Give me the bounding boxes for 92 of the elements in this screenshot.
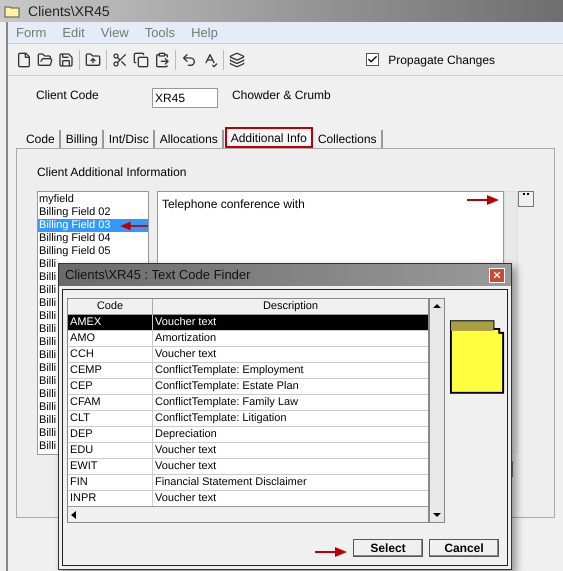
vertical-scrollbar[interactable] — [429, 298, 445, 523]
annotation-arrow-icon — [120, 220, 148, 230]
table-cell-text: Voucher text — [154, 459, 218, 474]
list-item[interactable]: Billi — [38, 336, 58, 349]
table-cell: FIN — [68, 475, 153, 490]
check-icon — [367, 54, 378, 65]
open-folder-icon[interactable] — [37, 52, 53, 68]
list-item[interactable]: Billi — [38, 414, 58, 427]
table-cell-text: Voucher text — [154, 315, 218, 330]
table-cell: AMEX — [68, 315, 153, 330]
paste-icon[interactable] — [154, 52, 170, 68]
table-row[interactable]: FIN Financial Statement Disclaimer — [68, 475, 428, 491]
table-cell: AMO — [68, 331, 153, 346]
table-cell: CFAM — [68, 395, 153, 410]
tab[interactable]: Additional Info — [224, 127, 313, 148]
table-cell: EWIT — [68, 459, 153, 474]
menu-item[interactable]: View — [100, 22, 129, 42]
propagate-checkbox[interactable] — [366, 53, 380, 66]
table-cell-text: Voucher text — [154, 443, 218, 458]
table-cell: DEP — [68, 427, 153, 442]
scroll-left-icon — [71, 510, 76, 518]
table-row[interactable]: EDU Voucher text — [68, 443, 428, 459]
list-item[interactable]: Billi — [38, 440, 58, 453]
close-icon — [492, 270, 502, 280]
table-row[interactable]: DEP Depreciation — [68, 427, 428, 443]
text-value: Telephone conference with — [162, 196, 305, 213]
ellipsis-button[interactable] — [518, 191, 534, 207]
table-cell-text: ConflictTemplate: Estate Plan — [154, 379, 300, 394]
window-title: Clients\XR45 — [28, 2, 110, 20]
folder-icon — [4, 4, 20, 18]
table-row[interactable]: EWIT Voucher text — [68, 459, 428, 475]
table-cell-text: ConflictTemplate: Litigation — [154, 411, 288, 426]
list-item[interactable]: Billi — [38, 349, 58, 362]
dots-icon — [523, 192, 529, 196]
folder-up-icon[interactable] — [85, 52, 101, 68]
menu-item[interactable]: Tools — [144, 22, 176, 42]
table-cell-text: Depreciation — [154, 427, 218, 442]
list-item[interactable]: Billing Field 05 — [38, 245, 112, 258]
list-item[interactable]: Billi — [38, 401, 58, 414]
menu-item[interactable]: Edit — [62, 22, 85, 42]
undo-icon[interactable] — [181, 52, 197, 68]
table-row[interactable]: AMEX Voucher text — [68, 315, 428, 331]
list-item[interactable]: Billi — [38, 271, 58, 284]
list-item[interactable]: Billing Field 04 — [38, 232, 112, 245]
table-cell: EDU — [68, 443, 153, 458]
client-name: Chowder & Crumb — [232, 87, 331, 104]
dialog-title: Clients\XR45 : Text Code Finder — [65, 266, 250, 284]
table-cell-text: Voucher text — [154, 491, 218, 506]
table-row[interactable]: CLT ConflictTemplate: Litigation — [68, 411, 428, 427]
list-item[interactable]: Billi — [38, 427, 58, 440]
list-item[interactable]: Billi — [38, 258, 58, 271]
table-row[interactable]: CCH Voucher text — [68, 347, 428, 363]
list-item[interactable]: Billi — [38, 388, 58, 401]
table-cell: CEP — [68, 379, 153, 394]
field-label: Client Code — [36, 87, 100, 104]
table-cell-text: ConflictTemplate: Employment — [154, 363, 305, 378]
list-item[interactable]: Billi — [38, 310, 58, 323]
new-file-icon[interactable] — [16, 52, 32, 68]
menu-item[interactable]: Form — [16, 22, 46, 42]
table-cell: CEMP — [68, 363, 153, 378]
list-item[interactable]: Billi — [38, 323, 58, 336]
section-title: Client Additional Information — [37, 164, 188, 181]
table-row[interactable]: AMO Amortization — [68, 331, 428, 347]
dialog-button[interactable]: Select — [353, 539, 423, 557]
menu-item[interactable]: Help — [191, 22, 218, 42]
horizontal-scrollbar[interactable] — [68, 506, 428, 522]
save-icon[interactable] — [58, 52, 74, 68]
list-item[interactable]: Billi — [38, 362, 58, 375]
list-item[interactable]: Billi — [38, 297, 58, 310]
cut-icon[interactable] — [112, 52, 128, 68]
table-cell-text: Financial Statement Disclaimer — [154, 475, 308, 490]
column-header[interactable]: Code — [68, 299, 153, 314]
client-code-field[interactable]: XR45 — [152, 88, 218, 108]
table-row[interactable]: CEMP ConflictTemplate: Employment — [68, 363, 428, 379]
table-row[interactable]: CEP ConflictTemplate: Estate Plan — [68, 379, 428, 395]
annotation-arrow-icon — [315, 547, 347, 557]
list-item[interactable]: Billi — [38, 375, 58, 388]
annotation-arrow-icon — [467, 195, 499, 205]
table-cell-text: ConflictTemplate: Family Law — [154, 395, 300, 410]
checkbox-label: Propagate Changes — [388, 52, 495, 68]
table-cell: CCH — [68, 347, 153, 362]
list-item[interactable]: Billi — [38, 284, 58, 297]
close-button[interactable] — [489, 268, 505, 282]
table-cell-text: Amortization — [154, 331, 218, 346]
copy-icon[interactable] — [133, 52, 149, 68]
table-cell-text: Voucher text — [154, 347, 218, 362]
column-header[interactable]: Description — [153, 299, 428, 314]
list-item[interactable]: Billing Field 02 — [38, 206, 112, 219]
list-item[interactable]: myfield — [38, 193, 75, 206]
table-row[interactable]: CFAM ConflictTemplate: Family Law — [68, 395, 428, 411]
table-cell: CLT — [68, 411, 153, 426]
dialog-button[interactable]: Cancel — [429, 539, 499, 557]
